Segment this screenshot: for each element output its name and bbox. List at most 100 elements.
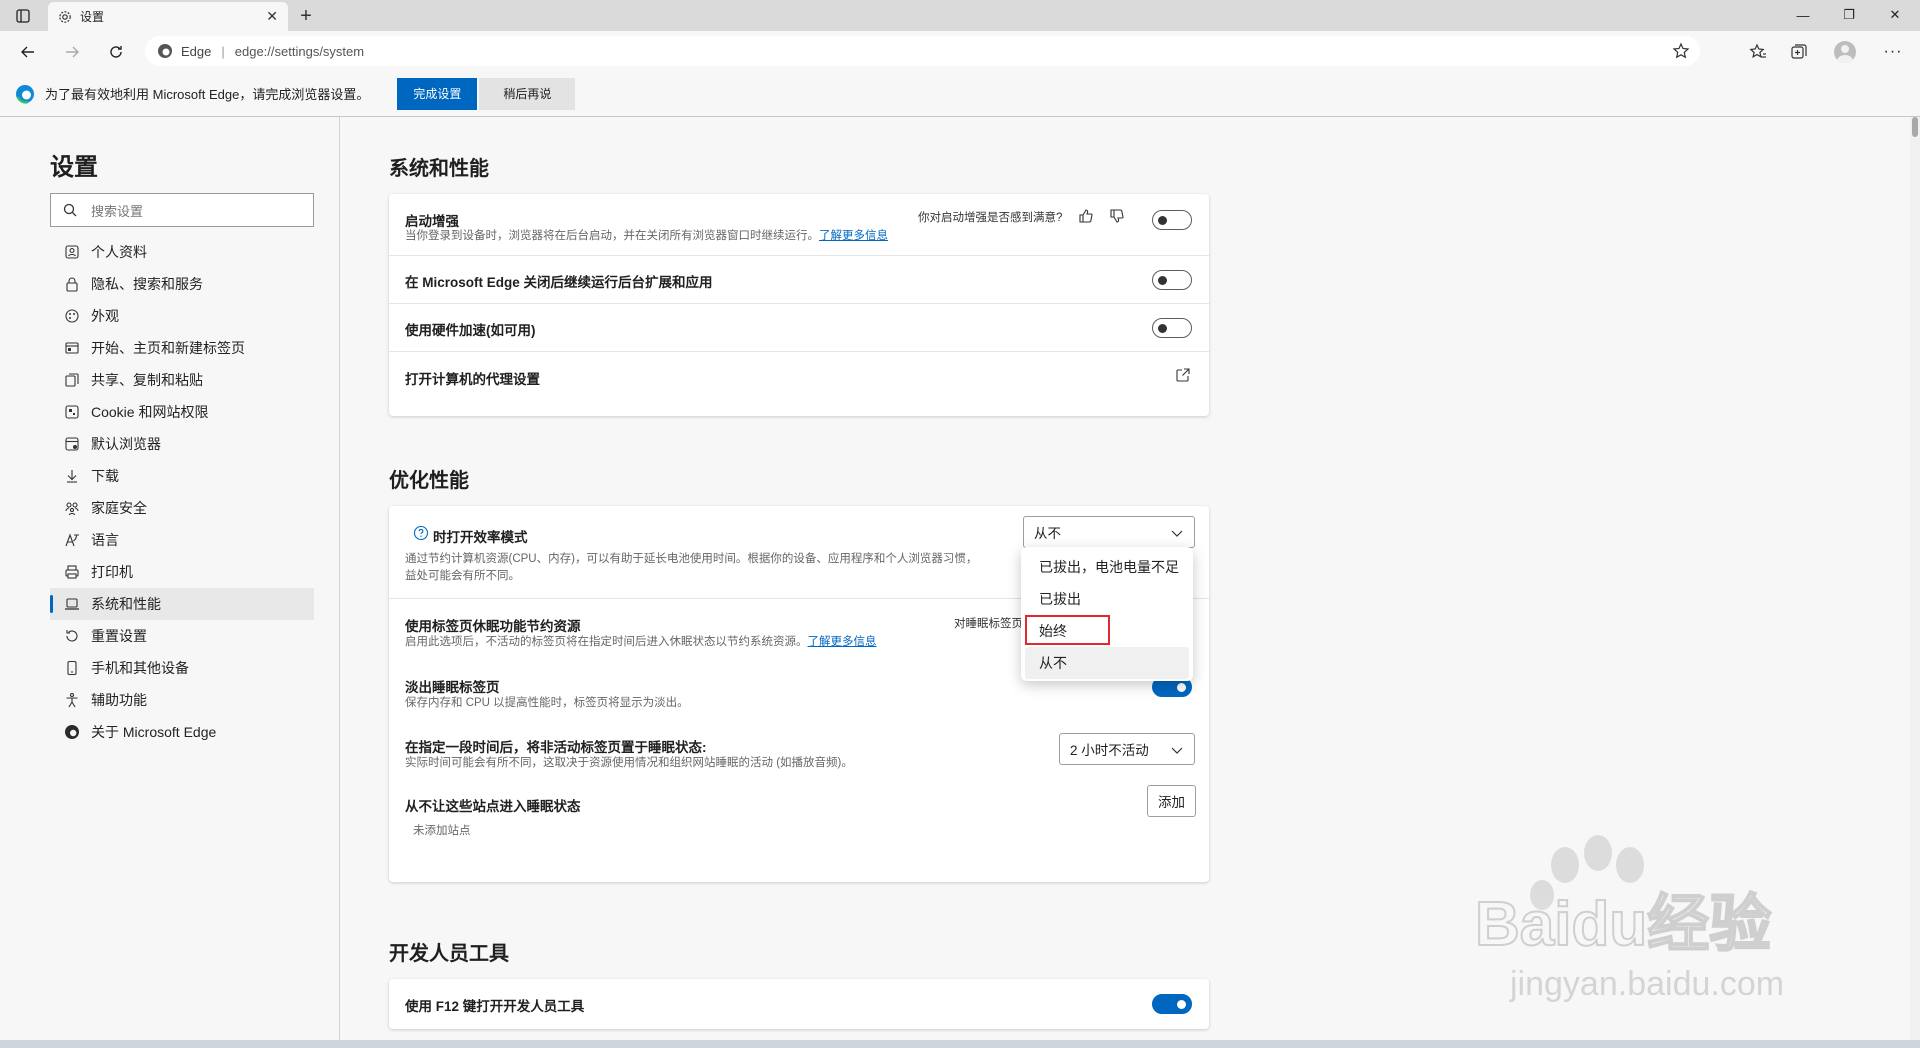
sleeping-tabs-desc-text: 启用此选项后，不活动的标签页将在指定时间后进入休眠状态以节约系统资源。 bbox=[405, 636, 808, 648]
edge-icon bbox=[63, 723, 81, 741]
background-ext-toggle[interactable] bbox=[1152, 270, 1192, 290]
dropdown-option-unplugged[interactable]: 已拔出 bbox=[1025, 583, 1189, 615]
devtools-card: 使用 F12 键打开开发人员工具 bbox=[389, 979, 1209, 1029]
refresh-button[interactable] bbox=[102, 38, 130, 66]
help-icon[interactable] bbox=[413, 525, 429, 541]
sidebar-item-start-home[interactable]: 开始、主页和新建标签页 bbox=[50, 332, 314, 364]
tab-actions-button[interactable] bbox=[8, 5, 38, 27]
more-button[interactable]: ··· bbox=[1880, 39, 1906, 65]
sidebar-item-phone[interactable]: 手机和其他设备 bbox=[50, 652, 314, 684]
startup-boost-row: 启动增强 当你登录到设备时，浏览器将在后台启动，并在关闭所有浏览器窗口时继续运行… bbox=[389, 194, 1209, 256]
sidebar-item-reset[interactable]: 重置设置 bbox=[50, 620, 314, 652]
sidebar-item-about[interactable]: 关于 Microsoft Edge bbox=[50, 716, 314, 748]
tab-settings[interactable]: 设置 ✕ bbox=[48, 2, 288, 31]
startup-boost-desc-text: 当你登录到设备时，浏览器将在后台启动，并在关闭所有浏览器窗口时继续运行。 bbox=[405, 230, 819, 242]
thumbs-up-icon[interactable] bbox=[1078, 208, 1094, 224]
setup-info-bar: 为了最有效地利用 Microsoft Edge，请完成浏览器设置。 完成设置 稍… bbox=[0, 71, 1920, 117]
sidebar-item-label: 系统和性能 bbox=[91, 596, 161, 612]
sidebar-item-default-browser[interactable]: 默认浏览器 bbox=[50, 428, 314, 460]
dropdown-option-never[interactable]: 从不 bbox=[1025, 647, 1189, 679]
external-link-icon[interactable] bbox=[1175, 367, 1191, 383]
sidebar-item-cookies[interactable]: Cookie 和网站权限 bbox=[50, 396, 314, 428]
sidebar-item-label: 下载 bbox=[91, 468, 119, 484]
collections-button[interactable] bbox=[1786, 39, 1812, 65]
profile-icon bbox=[63, 243, 81, 261]
sidebar-item-share[interactable]: 共享、复制和粘贴 bbox=[50, 364, 314, 396]
site-name: Edge bbox=[181, 43, 212, 59]
sidebar-item-accessibility[interactable]: 辅助功能 bbox=[50, 684, 314, 716]
refresh-icon bbox=[110, 46, 122, 58]
sidebar-item-family[interactable]: 家庭安全 bbox=[50, 492, 314, 524]
minimize-button[interactable]: — bbox=[1780, 4, 1826, 26]
sidebar-item-appearance[interactable]: 外观 bbox=[50, 300, 314, 332]
sidebar-item-label: 共享、复制和粘贴 bbox=[91, 372, 203, 388]
fade-tabs-title: 淡出睡眠标签页 bbox=[405, 680, 500, 695]
complete-setup-button[interactable]: 完成设置 bbox=[397, 77, 478, 110]
startup-boost-toggle[interactable] bbox=[1152, 210, 1192, 230]
sidebar-title: 设置 bbox=[50, 154, 98, 181]
sidebar-item-profile[interactable]: 个人资料 bbox=[50, 236, 314, 268]
sidebar-item-downloads[interactable]: 下载 bbox=[50, 460, 314, 492]
sidebar-item-label: 关于 Microsoft Edge bbox=[91, 724, 217, 740]
chevron-down-icon bbox=[1171, 747, 1183, 754]
search-input[interactable]: 搜索设置 bbox=[50, 193, 314, 227]
startup-boost-desc: 当你登录到设备时，浏览器将在后台启动，并在关闭所有浏览器窗口时继续运行。了解更多… bbox=[405, 228, 888, 245]
sleep-after-value: 2 小时不活动 bbox=[1070, 743, 1149, 758]
back-arrow-icon bbox=[21, 46, 34, 58]
section-title-devtools: 开发人员工具 bbox=[389, 943, 509, 965]
efficiency-mode-value: 从不 bbox=[1034, 526, 1061, 541]
proxy-title: 打开计算机的代理设置 bbox=[405, 372, 540, 387]
language-icon bbox=[63, 531, 81, 549]
annotation-highlight-box bbox=[1025, 615, 1110, 645]
proxy-row[interactable]: 打开计算机的代理设置 bbox=[389, 352, 1209, 400]
new-tab-button[interactable]: + bbox=[294, 4, 318, 28]
gear-icon bbox=[59, 10, 71, 23]
sleep-after-select[interactable]: 2 小时不活动 bbox=[1059, 733, 1195, 765]
add-favorite-icon[interactable] bbox=[1672, 42, 1690, 60]
sleeping-tabs-learn-more-link[interactable]: 了解更多信息 bbox=[808, 636, 877, 648]
url-text[interactable]: edge://settings/system bbox=[235, 44, 364, 59]
sleeping-tabs-feedback: 对睡眠标签页 bbox=[954, 618, 1023, 630]
sidebar-item-privacy[interactable]: 隐私、搜索和服务 bbox=[50, 268, 314, 300]
dropdown-option-unplugged-low-battery[interactable]: 已拔出，电池电量不足 bbox=[1025, 551, 1189, 583]
phone-icon bbox=[63, 659, 81, 677]
later-button[interactable]: 稍后再说 bbox=[479, 77, 576, 110]
favorites-icon bbox=[1749, 43, 1766, 58]
forward-button[interactable] bbox=[58, 38, 86, 66]
efficiency-mode-select[interactable]: 从不 bbox=[1023, 516, 1195, 548]
hardware-accel-toggle[interactable] bbox=[1152, 318, 1192, 338]
no-sites-text: 未添加站点 bbox=[413, 825, 471, 837]
favorites-button[interactable] bbox=[1745, 39, 1771, 65]
scrollbar-thumb[interactable] bbox=[1912, 117, 1918, 137]
accessibility-icon bbox=[63, 691, 81, 709]
address-bar[interactable]: Edge | edge://settings/system bbox=[145, 36, 1700, 66]
close-window-button[interactable]: ✕ bbox=[1872, 4, 1918, 26]
efficiency-desc: 通过节约计算机资源(CPU、内存)，可以有助于延长电池使用时间。根据你的设备、应… bbox=[405, 551, 977, 585]
edge-site-icon bbox=[158, 44, 172, 58]
family-icon bbox=[63, 499, 81, 517]
thumbs-down-icon[interactable] bbox=[1109, 208, 1125, 224]
sidebar-item-label: 打印机 bbox=[91, 564, 133, 580]
printer-icon bbox=[63, 563, 81, 581]
f12-row: 使用 F12 键打开开发人员工具 bbox=[389, 979, 1209, 1029]
reset-icon bbox=[63, 627, 81, 645]
profile-button[interactable] bbox=[1832, 39, 1858, 65]
sidebar-item-printers[interactable]: 打印机 bbox=[50, 556, 314, 588]
tab-title: 设置 bbox=[80, 10, 105, 24]
sidebar-item-label: 默认浏览器 bbox=[91, 436, 161, 452]
toolbar: Edge | edge://settings/system ··· bbox=[0, 31, 1920, 71]
sidebar-item-system[interactable]: 系统和性能 bbox=[50, 588, 314, 620]
startup-boost-title: 启动增强 bbox=[405, 214, 459, 229]
fade-tabs-desc: 保存内存和 CPU 以提高性能时，标签页将显示为淡出。 bbox=[405, 697, 689, 709]
sidebar-item-label: 外观 bbox=[91, 308, 119, 324]
sidebar-item-label: 重置设置 bbox=[91, 628, 147, 644]
tab-close-icon[interactable]: ✕ bbox=[266, 8, 278, 25]
startup-boost-learn-more-link[interactable]: 了解更多信息 bbox=[819, 230, 888, 242]
scrollbar[interactable] bbox=[1910, 117, 1920, 1040]
back-button[interactable] bbox=[14, 38, 42, 66]
f12-toggle[interactable] bbox=[1152, 994, 1192, 1014]
restore-button[interactable]: ❐ bbox=[1826, 4, 1872, 26]
appearance-icon bbox=[63, 307, 81, 325]
sidebar-item-language[interactable]: 语言 bbox=[50, 524, 314, 556]
add-site-button[interactable]: 添加 bbox=[1147, 785, 1196, 817]
